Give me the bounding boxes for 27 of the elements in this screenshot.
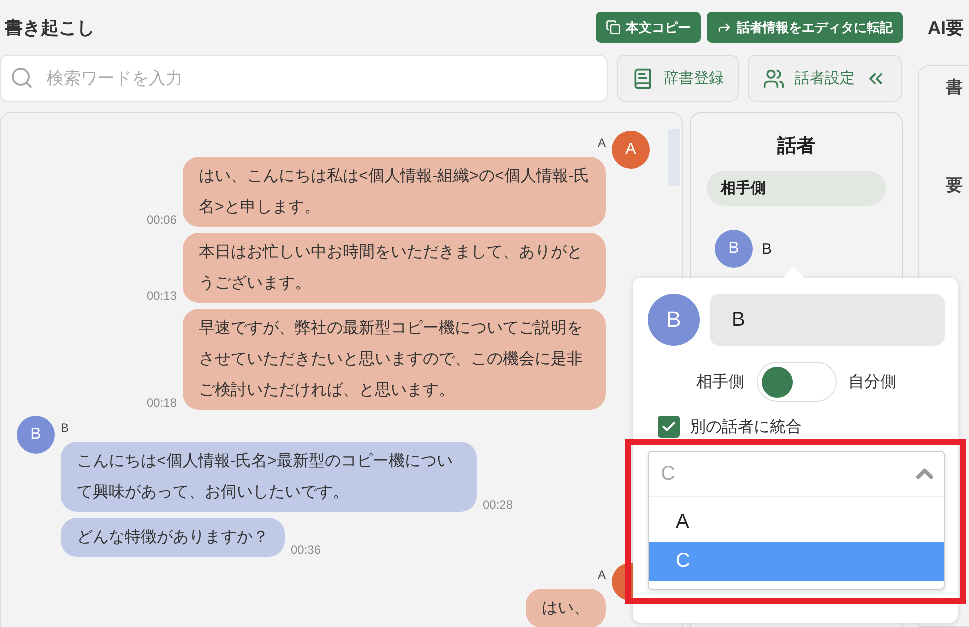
message-bubble: はい、: [526, 589, 606, 627]
message-bubble: こんにちは<個人情報-氏名>最新型のコピー機について興味があって、お伺いしたいです。: [61, 442, 477, 512]
message-bubble: どんな特徴がありますか？: [61, 518, 285, 557]
summary-label: 要: [946, 175, 964, 197]
speaker-label: A: [598, 136, 606, 151]
message-bubble: 早速ですが、弊社の最新型コピー機についてご説明をさせていただきたいと思いますので、この機会に是非ご検討いただければ、と思います。: [183, 309, 606, 410]
speaker-avatar: B: [648, 294, 700, 346]
speaker-label: B: [61, 421, 70, 436]
speaker-avatar: B: [17, 416, 55, 454]
message-time: 00:06: [146, 213, 177, 227]
message-bubble: はい、こんにちは私は<個人情報-組織>の<個人情報-氏名>と申します。: [183, 157, 606, 227]
message-bubble: 本日はお忙しい中お時間をいただきまして、ありがとうございます。: [183, 233, 606, 303]
message-time: 00:36: [291, 543, 322, 557]
checkbox-label: 別の話者に統合: [690, 418, 802, 438]
toggle-label: 相手側: [696, 372, 744, 392]
speaker-avatar: A: [612, 131, 650, 169]
select-value: C: [661, 462, 676, 486]
summary-label: 書: [946, 77, 964, 99]
section-title: AI要: [927, 16, 965, 40]
group-label: 相手側: [707, 171, 886, 206]
section-title: 書き起こし: [5, 16, 95, 40]
panel-title: 話者: [776, 134, 816, 159]
speaker-label: A: [598, 568, 606, 583]
toggle-label: 自分側: [848, 372, 896, 392]
message-time: 00:18: [146, 396, 177, 410]
message-time: 00:28: [483, 498, 514, 512]
message-time: 00:13: [146, 289, 177, 303]
